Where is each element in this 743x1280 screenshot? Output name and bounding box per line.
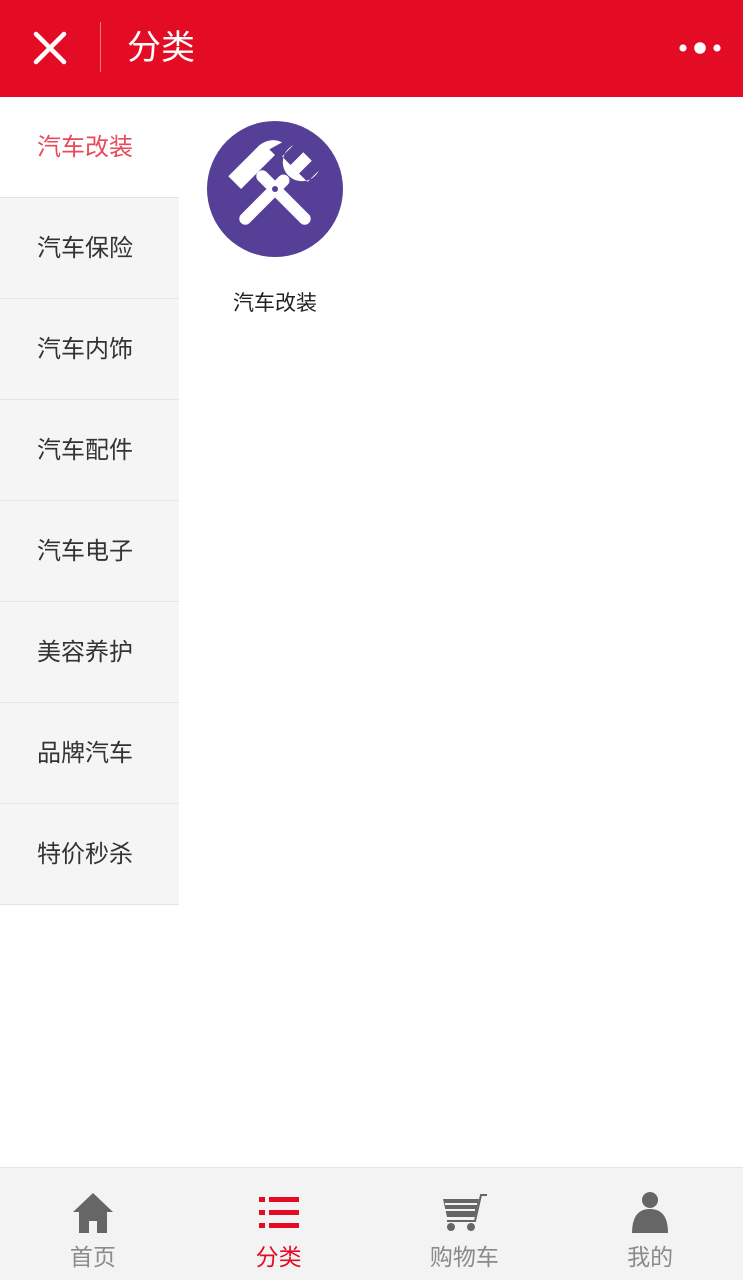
close-icon bbox=[33, 31, 67, 65]
sidebar-item-beauty-care[interactable]: 美容养护 bbox=[0, 602, 179, 703]
sidebar-item-car-interior[interactable]: 汽车内饰 bbox=[0, 299, 179, 400]
category-card[interactable]: 汽车改装 bbox=[205, 121, 345, 317]
wrench-hammer-icon bbox=[207, 121, 343, 257]
close-button[interactable] bbox=[22, 20, 78, 76]
header-divider bbox=[100, 22, 101, 72]
tab-label: 购物车 bbox=[429, 1245, 499, 1271]
tab-mine[interactable]: 我的 bbox=[557, 1168, 743, 1280]
tab-home[interactable]: 首页 bbox=[0, 1168, 186, 1280]
category-sidebar: 汽车改装 汽车保险 汽车内饰 汽车配件 汽车电子 美容养护 品牌汽车 特价秒杀 bbox=[0, 97, 179, 905]
category-content: 汽车改装 bbox=[179, 97, 743, 1167]
bottom-tab-bar: 首页 分类 购物车 我的 bbox=[0, 1167, 743, 1280]
sidebar-item-brand-cars[interactable]: 品牌汽车 bbox=[0, 703, 179, 804]
sidebar-item-car-modification[interactable]: 汽车改装 bbox=[0, 97, 179, 198]
category-label: 汽车改装 bbox=[233, 291, 317, 315]
tab-label: 我的 bbox=[627, 1245, 674, 1271]
sidebar-item-flash-sale[interactable]: 特价秒杀 bbox=[0, 804, 179, 905]
tab-category[interactable]: 分类 bbox=[186, 1168, 372, 1280]
user-icon bbox=[632, 1192, 669, 1233]
sidebar-item-car-insurance[interactable]: 汽车保险 bbox=[0, 198, 179, 299]
sidebar-item-car-electronics[interactable]: 汽车电子 bbox=[0, 501, 179, 602]
tab-cart[interactable]: 购物车 bbox=[372, 1168, 558, 1280]
more-dots-icon bbox=[679, 42, 721, 54]
sidebar-item-car-parts[interactable]: 汽车配件 bbox=[0, 400, 179, 501]
page-title: 分类 bbox=[127, 28, 195, 68]
more-button[interactable] bbox=[675, 28, 725, 68]
tab-label: 首页 bbox=[69, 1245, 116, 1271]
home-icon bbox=[72, 1193, 113, 1233]
list-icon bbox=[258, 1197, 299, 1228]
top-bar: 分类 bbox=[0, 0, 743, 97]
tab-label: 分类 bbox=[255, 1245, 302, 1271]
cart-icon bbox=[443, 1194, 488, 1231]
